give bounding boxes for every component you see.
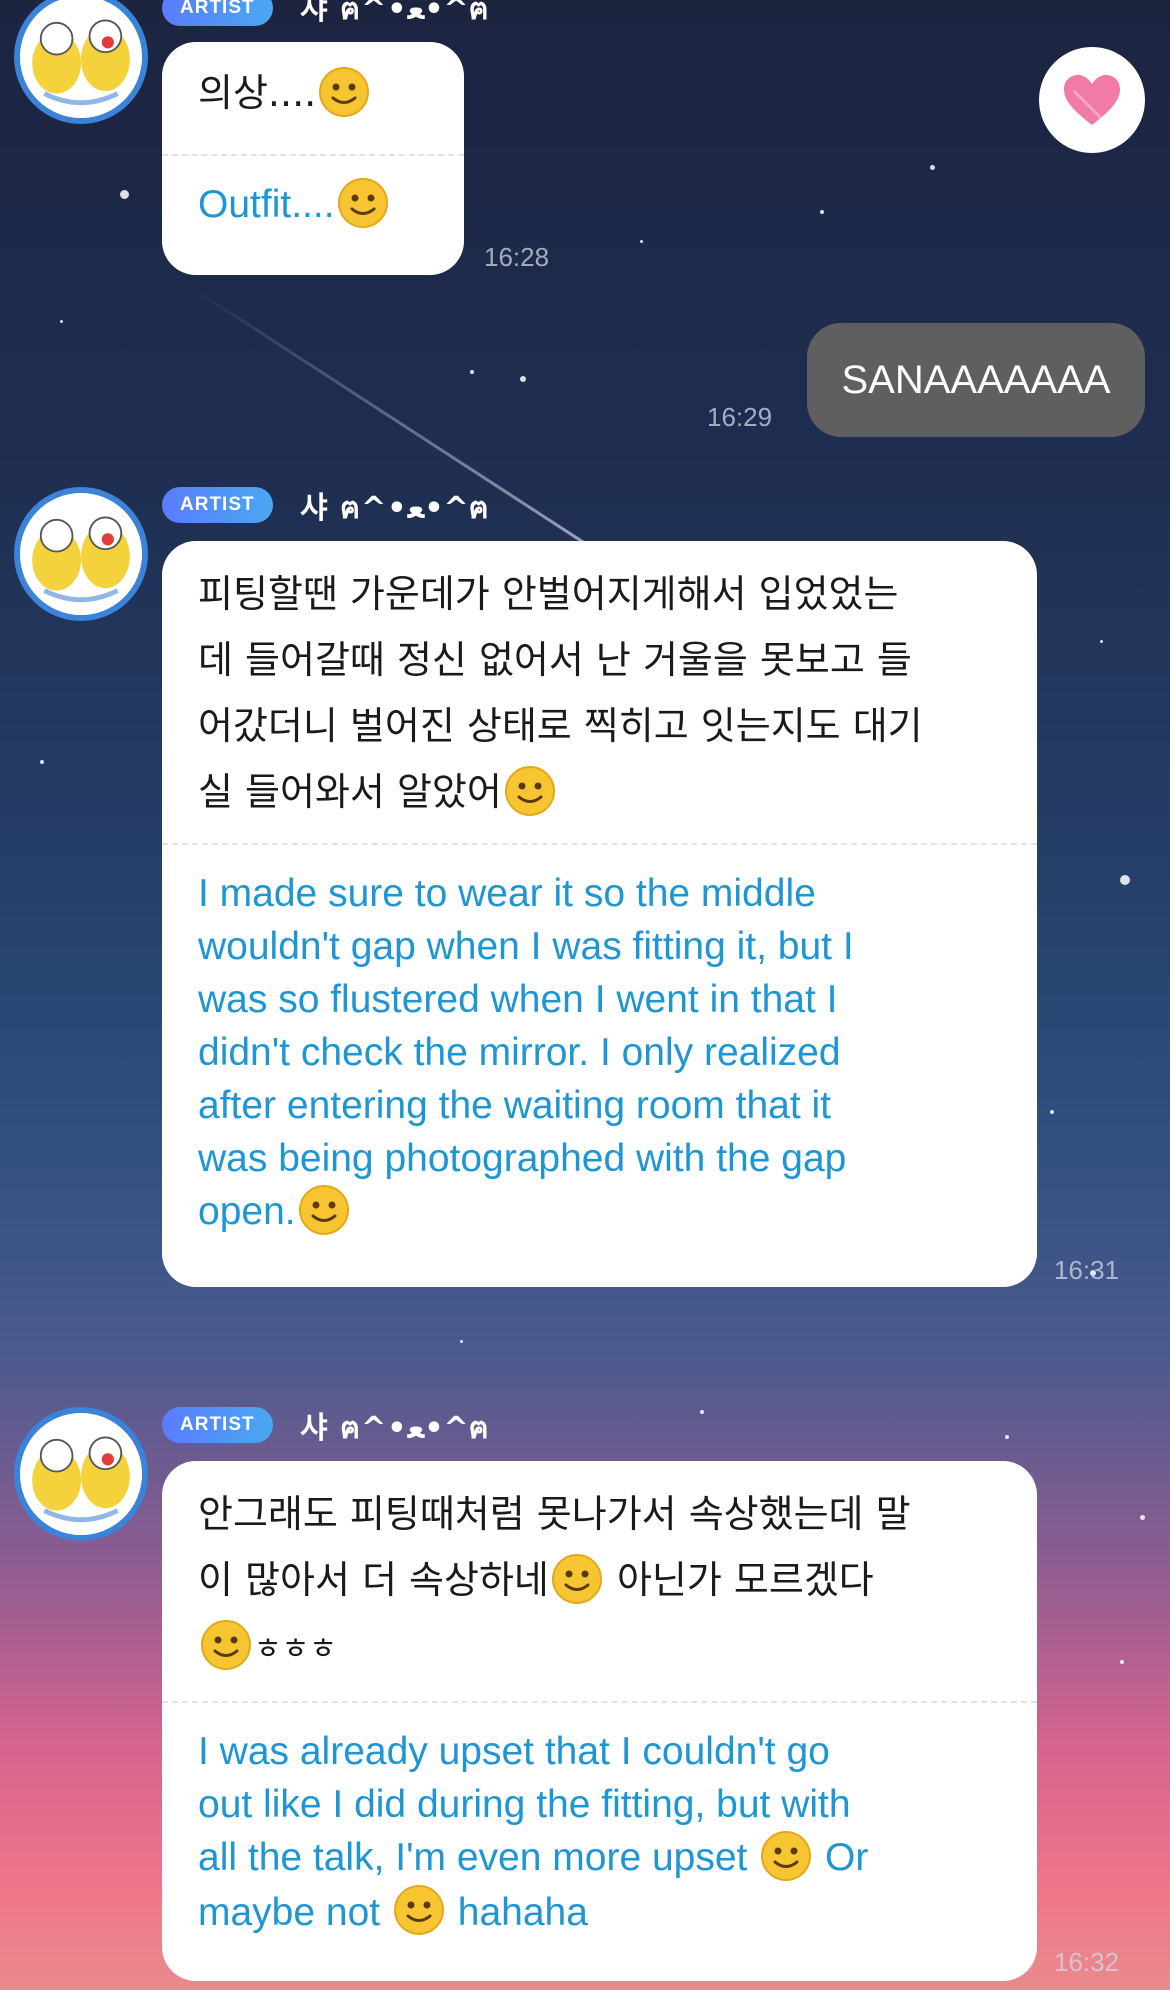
smiling-face-emoji-icon <box>337 177 389 229</box>
star <box>1100 640 1103 643</box>
message-korean-text: 의상.... <box>162 42 464 154</box>
message-korean-text: 피팅할땐 가운데가 안벌어지게해서 입었었는 데 들어갈때 정신 없어서 난 거… <box>162 541 1037 843</box>
star <box>60 320 63 323</box>
message-bubble[interactable]: 안그래도 피팅때처럼 못나가서 속상했는데 말 이 많아서 더 속상하네 아닌가… <box>162 1461 1037 1981</box>
sender-name: 샤 ฅ^•ﻌ•^ฅ <box>300 491 490 526</box>
star <box>40 760 44 764</box>
message-time: 16:31 <box>1054 1255 1120 1285</box>
smiling-face-emoji-icon <box>504 765 556 817</box>
artist-badge: ARTIST <box>162 0 273 26</box>
star <box>470 370 474 374</box>
star <box>930 165 935 170</box>
smiling-face-emoji-icon <box>393 1884 445 1936</box>
heart-reaction-button[interactable] <box>1039 47 1145 153</box>
message-bubble[interactable]: 의상.... Outfit.... <box>162 42 464 275</box>
star <box>1140 1515 1145 1520</box>
sender-name: 샤 ฅ^•ﻌ•^ฅ <box>300 1411 490 1446</box>
smiling-face-emoji-icon <box>298 1184 350 1236</box>
artist-badge: ARTIST <box>162 487 273 523</box>
smiling-face-emoji-icon <box>318 66 370 118</box>
cartoon-cats-avatar-icon <box>20 1413 142 1535</box>
my-message-bubble[interactable]: SANAAAAAAA <box>807 323 1145 437</box>
message-korean-text: 안그래도 피팅때처럼 못나가서 속상했는데 말 이 많아서 더 속상하네 아닌가… <box>162 1461 1037 1701</box>
artist-avatar[interactable] <box>14 1407 148 1541</box>
star <box>520 376 526 382</box>
smiling-face-emoji-icon <box>551 1553 603 1605</box>
message-english-text: Outfit.... <box>162 156 464 233</box>
smiling-face-emoji-icon <box>760 1830 812 1882</box>
star <box>1120 875 1130 885</box>
star <box>640 240 643 243</box>
star <box>1120 1660 1124 1664</box>
heart-icon <box>1064 75 1120 125</box>
star <box>1050 1110 1054 1114</box>
smiling-face-emoji-icon <box>200 1619 252 1671</box>
my-message-time: 16:29 <box>707 402 773 432</box>
artist-avatar[interactable] <box>14 487 148 621</box>
star <box>700 1410 704 1414</box>
artist-badge: ARTIST <box>162 1407 273 1443</box>
cartoon-cats-avatar-icon <box>20 493 142 615</box>
star <box>120 190 129 199</box>
message-bubble[interactable]: 피팅할땐 가운데가 안벌어지게해서 입었었는 데 들어갈때 정신 없어서 난 거… <box>162 541 1037 1287</box>
message-time: 16:28 <box>484 242 550 272</box>
cartoon-cats-avatar-icon <box>20 0 142 118</box>
star <box>1005 1435 1009 1439</box>
message-time: 16:32 <box>1054 1947 1120 1977</box>
sender-name: 샤 ฅ^•ﻌ•^ฅ <box>300 0 490 27</box>
message-english-text: I was already upset that I couldn't go o… <box>162 1703 1037 1940</box>
message-english-text: I made sure to wear it so the middle wou… <box>162 845 1037 1240</box>
star <box>820 210 824 214</box>
star <box>460 1340 463 1343</box>
